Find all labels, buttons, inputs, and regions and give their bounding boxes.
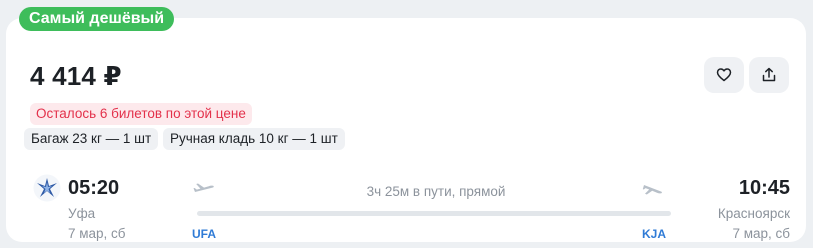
arrival-city: Красноярск	[717, 206, 790, 221]
departure-date: 7 мар, сб	[68, 226, 126, 241]
airline-logo	[33, 174, 61, 202]
arrival-date: 7 мар, сб	[732, 226, 790, 241]
share-icon	[762, 67, 776, 82]
ticket-price: 4 414 ₽	[30, 61, 122, 91]
heart-icon	[716, 68, 732, 82]
departure-time: 05:20	[68, 177, 120, 199]
cheapest-badge: Самый дешёвый	[19, 7, 175, 31]
landing-icon	[642, 185, 662, 195]
ticket-card[interactable]: 4 414 ₽ Осталось 6 билетов по этой цене …	[6, 18, 806, 242]
arrival-time: 10:45	[738, 177, 790, 199]
takeoff-icon	[193, 183, 214, 192]
departure-city: Уфа	[68, 206, 96, 221]
departure-airport-code: UFA	[192, 227, 216, 241]
arrival-airport-code: KJA	[642, 227, 667, 241]
favorite-button[interactable]	[704, 57, 744, 93]
baggage-chip: Багаж 23 кг — 1 шт	[24, 128, 159, 150]
flight-duration: 3ч 25м в пути, прямой	[366, 184, 506, 199]
share-button[interactable]	[749, 57, 789, 93]
hand-luggage-chip: Ручная кладь 10 кг — 1 шт	[163, 128, 345, 150]
tickets-left-warning: Осталось 6 билетов по этой цене	[30, 103, 252, 125]
route-track	[197, 211, 671, 216]
